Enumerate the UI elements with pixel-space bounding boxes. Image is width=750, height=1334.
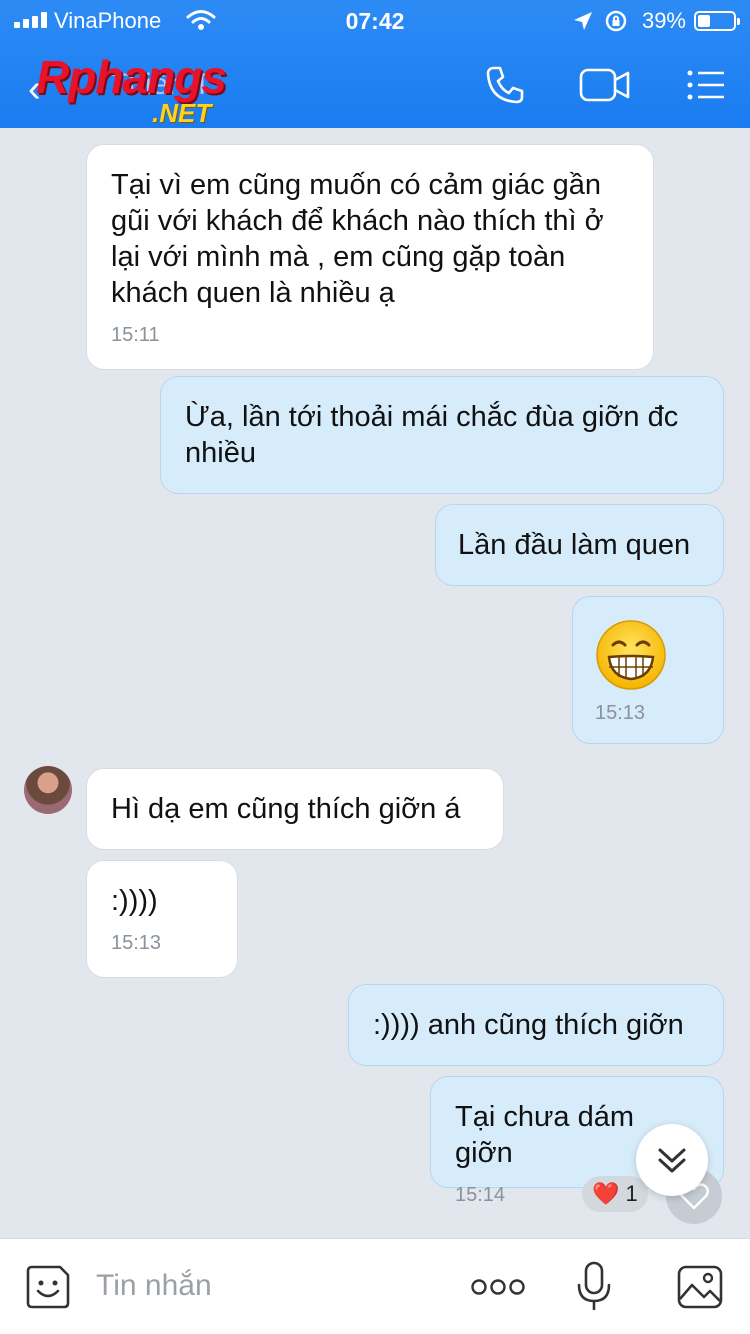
message-text: Ừa, lần tới thoải mái chắc đùa giỡn đc n…	[185, 401, 679, 469]
message-text: :))))	[111, 885, 158, 917]
video-icon[interactable]	[578, 64, 632, 106]
message-bubble-outgoing[interactable]: Lần đầu làm quen	[435, 504, 724, 586]
sticker-icon[interactable]	[24, 1263, 72, 1311]
message-text: Hì dạ em cũng thích giỡn á	[111, 793, 461, 825]
message-bubble-incoming[interactable]: :)))) 15:13	[86, 860, 238, 978]
message-text: Lần đầu làm quen	[458, 529, 691, 561]
message-bubble-outgoing[interactable]: 15:13	[572, 596, 724, 744]
chat-area[interactable]: Tại vì em cũng muốn có cảm giác gần gũi …	[0, 128, 750, 1238]
status-bar: VinaPhone 07:42 39%	[0, 0, 750, 40]
message-time: 15:11	[111, 324, 160, 346]
phone-icon[interactable]	[484, 64, 526, 106]
message-text: :)))) anh cũng thích giỡn	[373, 1009, 684, 1041]
rotation-lock-icon	[605, 10, 627, 32]
avatar[interactable]	[24, 766, 72, 814]
grinning-face-emoji	[596, 620, 666, 690]
logo-main-text: Rphangs	[36, 51, 227, 103]
battery-percent: 39%	[641, 8, 686, 33]
image-icon[interactable]	[676, 1263, 724, 1311]
mic-icon[interactable]	[576, 1261, 612, 1313]
message-time: 15:13	[111, 932, 162, 954]
message-bubble-incoming[interactable]: Hì dạ em cũng thích giỡn á	[86, 768, 504, 850]
watermark-logo: Rphangs .NET	[36, 50, 276, 130]
message-time: 15:13	[595, 702, 646, 724]
more-icon[interactable]	[470, 1273, 526, 1301]
message-text: Tại vì em cũng muốn có cảm giác gần gũi …	[111, 169, 604, 309]
menu-icon[interactable]	[686, 64, 726, 106]
heart-emoji: ❤️	[592, 1181, 620, 1206]
message-text: Tại chưa dám giỡn	[455, 1101, 634, 1169]
double-chevron-down-icon	[658, 1148, 686, 1173]
scroll-to-bottom-button[interactable]	[636, 1124, 708, 1196]
message-input-bar: Tin nhắn	[0, 1238, 750, 1334]
top-bar: VinaPhone 07:42 39% ‹ Thiên T Rphangs .N…	[0, 0, 750, 128]
location-icon	[574, 12, 592, 30]
message-bubble-outgoing[interactable]: Ừa, lần tới thoải mái chắc đùa giỡn đc n…	[160, 376, 724, 494]
logo-sub-text: .NET	[152, 98, 212, 128]
message-bubble-outgoing[interactable]: :)))) anh cũng thích giỡn	[348, 984, 724, 1066]
message-bubble-incoming[interactable]: Tại vì em cũng muốn có cảm giác gần gũi …	[86, 144, 654, 370]
chat-header: ‹ Thiên T Rphangs .NET	[0, 44, 750, 128]
battery-icon	[694, 11, 740, 31]
message-input[interactable]: Tin nhắn	[96, 1269, 212, 1303]
status-time: 07:42	[345, 8, 405, 34]
